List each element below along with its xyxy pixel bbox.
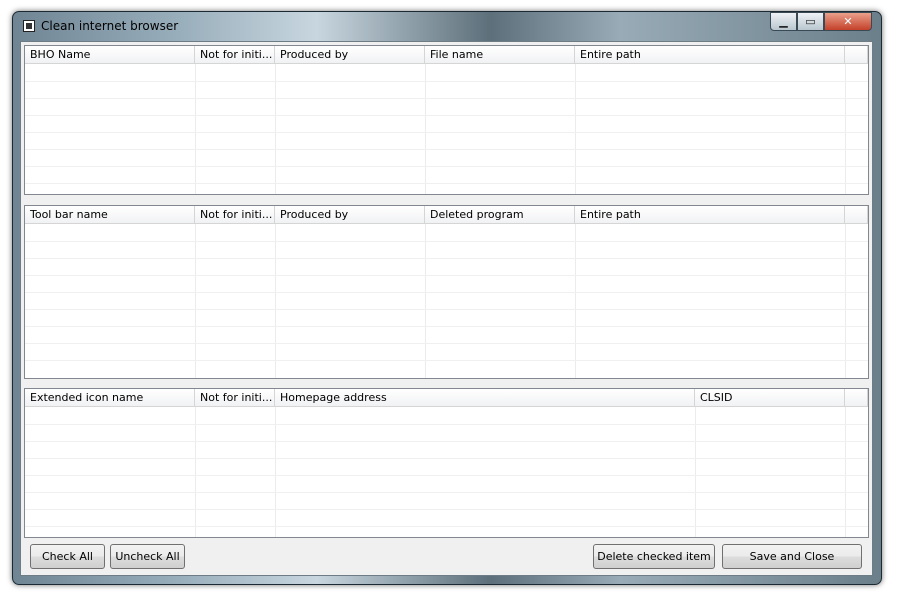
grid-line	[25, 258, 868, 259]
app-window: Clean internet browser ▁ ▭ ✕ BHO Name No…	[12, 11, 882, 585]
grid-line	[25, 132, 868, 133]
grid-line	[425, 64, 426, 194]
grid-line	[25, 458, 868, 459]
grid-line	[25, 509, 868, 510]
minimize-button[interactable]: ▁	[770, 12, 797, 31]
title-bar[interactable]: Clean internet browser ▁ ▭ ✕	[13, 12, 881, 40]
column-header-toolbar-name[interactable]: Tool bar name	[25, 206, 195, 224]
grid-line	[275, 407, 276, 537]
grid-line	[25, 441, 868, 442]
grid-line	[845, 407, 846, 537]
grid-line	[25, 526, 868, 527]
column-header-clsid[interactable]: CLSID	[695, 389, 845, 407]
grid-line	[25, 115, 868, 116]
grid-line	[25, 149, 868, 150]
grid-line	[25, 81, 868, 82]
column-header-extended-icon-name[interactable]: Extended icon name	[25, 389, 195, 407]
grid-line	[25, 98, 868, 99]
check-all-button[interactable]: Check All	[30, 544, 105, 569]
toolbar-list[interactable]: Tool bar name Not for initi... Produced …	[24, 205, 869, 379]
column-header-produced-by[interactable]: Produced by	[275, 206, 425, 224]
grid-line	[25, 275, 868, 276]
column-header-produced-by[interactable]: Produced by	[275, 46, 425, 64]
grid-line	[195, 64, 196, 194]
column-header-filler	[845, 46, 868, 64]
grid-line	[25, 475, 868, 476]
grid-line	[25, 183, 868, 184]
app-icon	[23, 20, 35, 32]
column-header-not-for-init[interactable]: Not for initi...	[195, 46, 275, 64]
bho-list[interactable]: BHO Name Not for initi... Produced by Fi…	[24, 45, 869, 195]
grid-line	[195, 407, 196, 537]
grid-line	[25, 492, 868, 493]
grid-line	[575, 224, 576, 378]
save-and-close-button[interactable]: Save and Close	[722, 544, 862, 569]
grid-line	[25, 326, 868, 327]
grid-line	[695, 407, 696, 537]
grid-line	[845, 224, 846, 378]
column-header-entire-path[interactable]: Entire path	[575, 206, 845, 224]
grid-line	[195, 224, 196, 378]
grid-line	[425, 224, 426, 378]
grid-line	[275, 64, 276, 194]
delete-checked-button[interactable]: Delete checked item	[593, 544, 715, 569]
column-header-entire-path[interactable]: Entire path	[575, 46, 845, 64]
column-header-bho-name[interactable]: BHO Name	[25, 46, 195, 64]
close-button[interactable]: ✕	[824, 12, 872, 31]
grid-line	[25, 292, 868, 293]
grid-line	[25, 424, 868, 425]
grid-line	[25, 343, 868, 344]
column-header-filler	[845, 389, 868, 407]
grid-line	[275, 224, 276, 378]
column-header-filler	[845, 206, 868, 224]
grid-line	[25, 166, 868, 167]
column-header-homepage-address[interactable]: Homepage address	[275, 389, 695, 407]
column-header-file-name[interactable]: File name	[425, 46, 575, 64]
client-area: BHO Name Not for initi... Produced by Fi…	[20, 41, 873, 576]
grid-line	[845, 64, 846, 194]
grid-line	[575, 64, 576, 194]
grid-line	[25, 360, 868, 361]
extended-icon-list[interactable]: Extended icon name Not for initi... Home…	[24, 388, 869, 538]
column-header-not-for-init[interactable]: Not for initi...	[195, 389, 275, 407]
maximize-button[interactable]: ▭	[797, 12, 824, 31]
uncheck-all-button[interactable]: Uncheck All	[110, 544, 185, 569]
column-header-not-for-init[interactable]: Not for initi...	[195, 206, 275, 224]
grid-line	[25, 309, 868, 310]
window-title: Clean internet browser	[41, 19, 179, 33]
column-header-deleted-program[interactable]: Deleted program	[425, 206, 575, 224]
grid-line	[25, 241, 868, 242]
